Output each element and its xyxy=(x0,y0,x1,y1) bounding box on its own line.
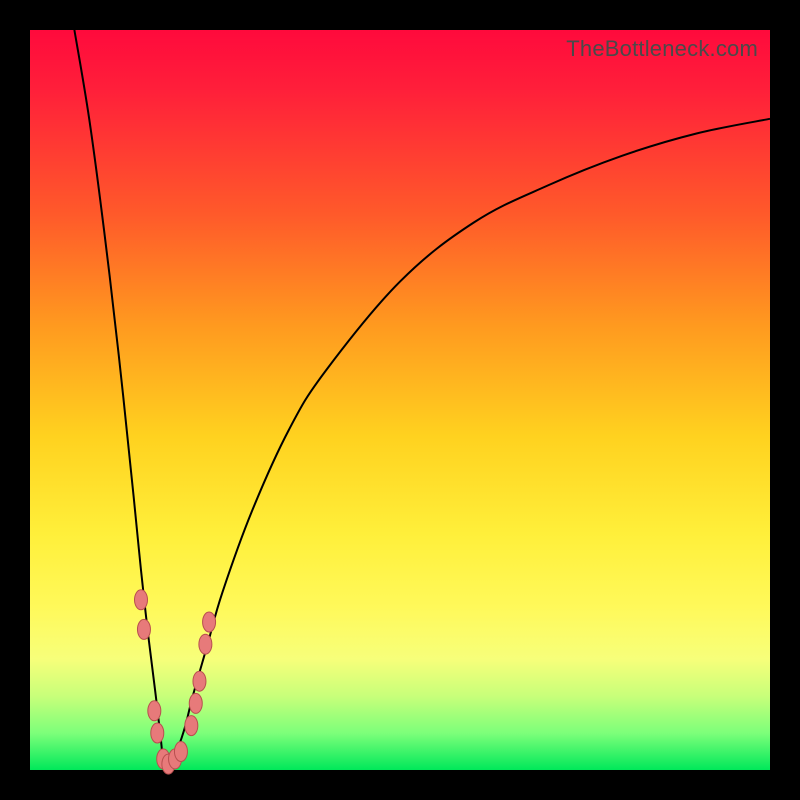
data-marker xyxy=(199,634,212,654)
data-marker xyxy=(135,590,148,610)
curve-right-branch xyxy=(167,119,770,770)
data-marker xyxy=(185,716,198,736)
data-marker xyxy=(174,742,187,762)
data-marker xyxy=(189,693,202,713)
curve-left-branch xyxy=(74,30,166,770)
chart-frame: TheBottleneck.com xyxy=(0,0,800,800)
data-marker xyxy=(151,723,164,743)
data-marker xyxy=(203,612,216,632)
data-marker xyxy=(193,671,206,691)
data-marker xyxy=(137,619,150,639)
chart-svg xyxy=(30,30,770,770)
data-marker xyxy=(148,701,161,721)
plot-area: TheBottleneck.com xyxy=(30,30,770,770)
